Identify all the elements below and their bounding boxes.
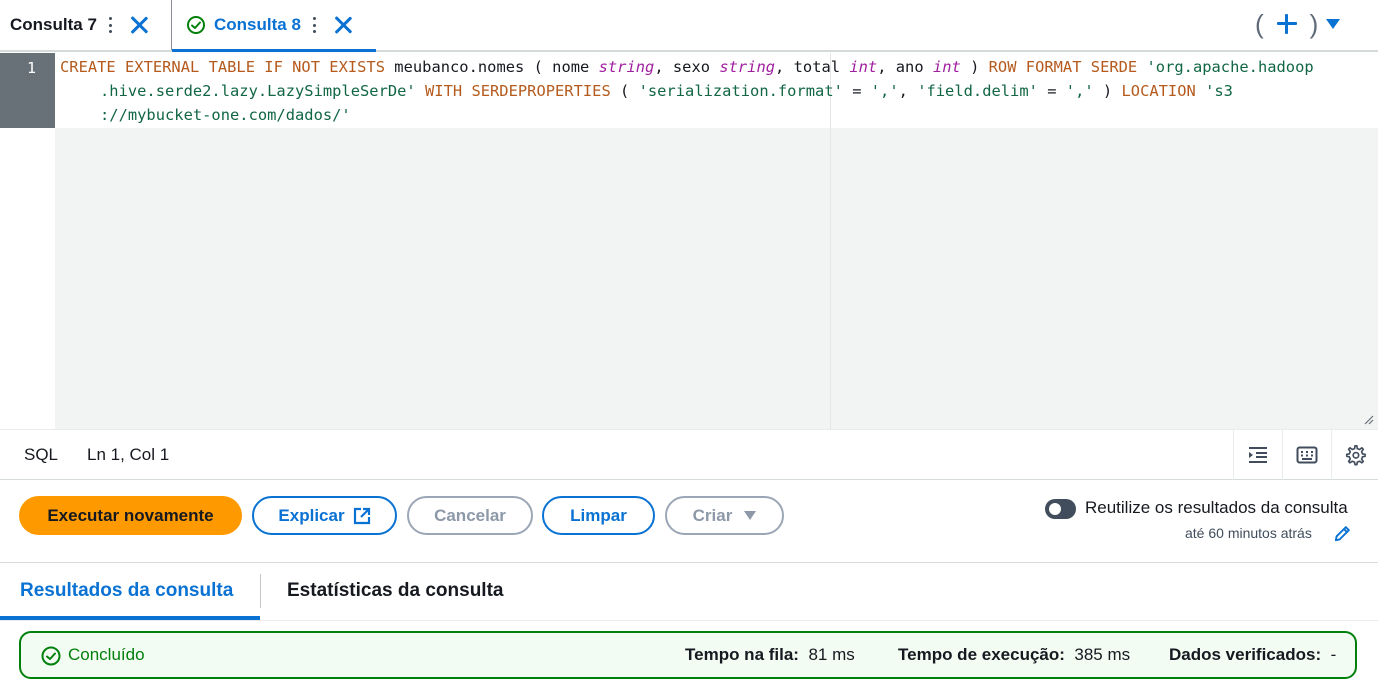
create-dropdown-button[interactable]: Criar — [665, 496, 784, 535]
tab-query-stats[interactable]: Estatísticas da consulta — [287, 580, 503, 602]
data-scanned-label: Dados verificados: — [1169, 645, 1322, 664]
code-token: ://mybucket-one.com/dados/' — [100, 106, 351, 124]
execution-time: Tempo de execução: 385 ms — [898, 645, 1130, 665]
code-token: 'serialization.format' — [638, 82, 843, 100]
code-token: , ano — [877, 58, 933, 76]
more-options-icon[interactable] — [312, 17, 316, 33]
caret-down-icon — [744, 511, 757, 520]
code-token: ) — [1093, 82, 1122, 100]
success-check-icon — [41, 646, 61, 666]
cancel-button[interactable]: Cancelar — [407, 496, 533, 535]
active-tab-indicator — [0, 616, 260, 620]
sql-editor[interactable]: 1 CREATE EXTERNAL TABLE IF NOT EXISTS me… — [0, 53, 1378, 429]
code-token: meubanco.nomes ( nome — [394, 58, 599, 76]
code-token: int — [849, 58, 878, 76]
tab-label: Consulta 7 — [10, 15, 97, 34]
code-token: string — [598, 58, 655, 76]
gear-icon — [1345, 445, 1366, 466]
cursor-position: Ln 1, Col 1 — [87, 445, 170, 464]
section-divider — [0, 562, 1378, 563]
language-label: SQL — [24, 445, 59, 464]
code-line-3: ://mybucket-one.com/dados/' — [100, 103, 351, 127]
data-scanned: Dados verificados: - — [1169, 645, 1336, 665]
code-area[interactable]: CREATE EXTERNAL TABLE IF NOT EXISTS meub… — [55, 53, 1378, 429]
code-token: LOCATION — [1121, 82, 1206, 100]
reuse-results-toggle[interactable] — [1045, 499, 1076, 519]
format-query-button[interactable] — [1233, 430, 1282, 480]
run-again-button[interactable]: Executar novamente — [19, 496, 242, 535]
line-number: 1 — [26, 59, 36, 77]
editor-status-bar: SQL Ln 1, Col 1 — [0, 429, 1378, 480]
code-token: CREATE EXTERNAL TABLE IF NOT EXISTS — [60, 58, 395, 76]
run-again-label: Executar novamente — [47, 505, 214, 525]
code-token: , sexo — [654, 58, 720, 76]
queue-time-value: 81 ms — [808, 645, 855, 664]
execution-time-value: 385 ms — [1074, 645, 1131, 664]
code-token: ROW FORMAT SERDE — [988, 58, 1147, 76]
code-line-1: CREATE EXTERNAL TABLE IF NOT EXISTS meub… — [60, 55, 1314, 79]
keyboard-shortcuts-button[interactable] — [1282, 430, 1331, 480]
tab-consulta-7[interactable]: Consulta 7 — [0, 0, 168, 50]
query-status-alert: Concluído Tempo na fila: 81 ms Tempo de … — [19, 631, 1357, 679]
code-token: ( — [620, 82, 639, 100]
code-token: ',' — [870, 82, 899, 100]
reuse-results-subtext: até 60 minutos atrás — [1185, 525, 1312, 541]
close-icon[interactable] — [128, 14, 150, 36]
code-token: , total — [775, 58, 850, 76]
explain-label: Explicar — [278, 505, 345, 525]
queue-time: Tempo na fila: 81 ms — [685, 645, 855, 665]
more-options-icon[interactable] — [108, 17, 112, 33]
keyboard-icon — [1296, 446, 1318, 464]
code-token: int — [932, 58, 961, 76]
code-token: = — [842, 82, 871, 100]
tabs-baseline — [0, 620, 1378, 621]
code-token: WITH SERDEPROPERTIES — [415, 82, 621, 100]
cancel-label: Cancelar — [434, 505, 506, 525]
success-check-icon — [187, 16, 205, 34]
clear-label: Limpar — [570, 505, 627, 525]
queue-time-label: Tempo na fila: — [685, 645, 799, 664]
code-line-2: .hive.serde2.lazy.LazySimpleSerDe' WITH … — [100, 79, 1233, 103]
new-tab-group: ( ) — [1255, 8, 1341, 40]
clear-button[interactable]: Limpar — [542, 496, 655, 535]
code-token: = — [1037, 82, 1066, 100]
code-token: 's3 — [1205, 82, 1233, 100]
explain-button[interactable]: Explicar — [252, 496, 397, 535]
data-scanned-value: - — [1330, 645, 1337, 664]
status-text: Concluído — [68, 645, 145, 664]
code-token: 'field.delim' — [917, 82, 1038, 100]
close-icon[interactable] — [332, 14, 354, 36]
paren-left-icon: ( — [1255, 9, 1264, 39]
tab-dropdown-icon[interactable] — [1326, 19, 1341, 29]
code-token: string — [719, 58, 776, 76]
paren-right-icon: ) — [1309, 9, 1319, 39]
code-token: , — [898, 82, 918, 100]
add-tab-icon[interactable] — [1276, 13, 1298, 35]
code-token: 'org.apache.hadoop — [1146, 58, 1314, 76]
editor-settings-button[interactable] — [1331, 430, 1378, 480]
edit-icon[interactable] — [1333, 524, 1352, 543]
tab-separator — [260, 574, 261, 608]
create-label: Criar — [692, 505, 733, 525]
resize-handle-icon[interactable] — [1362, 413, 1374, 425]
external-link-icon — [353, 507, 370, 524]
tab-query-results[interactable]: Resultados da consulta — [20, 580, 233, 602]
indent-icon — [1249, 447, 1267, 463]
reuse-results-label: Reutilize os resultados da consulta — [1085, 498, 1348, 517]
print-margin — [830, 53, 831, 429]
tab-consulta-8[interactable]: Consulta 8 — [171, 0, 376, 52]
code-token: .hive.serde2.lazy.LazySimpleSerDe' — [100, 82, 416, 100]
code-token: ) — [960, 58, 989, 76]
editor-gutter: 1 — [0, 53, 55, 429]
query-tab-bar: Consulta 7 Consulta 8 ( ) — [0, 0, 1378, 52]
execution-time-label: Tempo de execução: — [898, 645, 1065, 664]
code-token: ',' — [1065, 82, 1094, 100]
tab-label: Consulta 8 — [214, 15, 301, 34]
